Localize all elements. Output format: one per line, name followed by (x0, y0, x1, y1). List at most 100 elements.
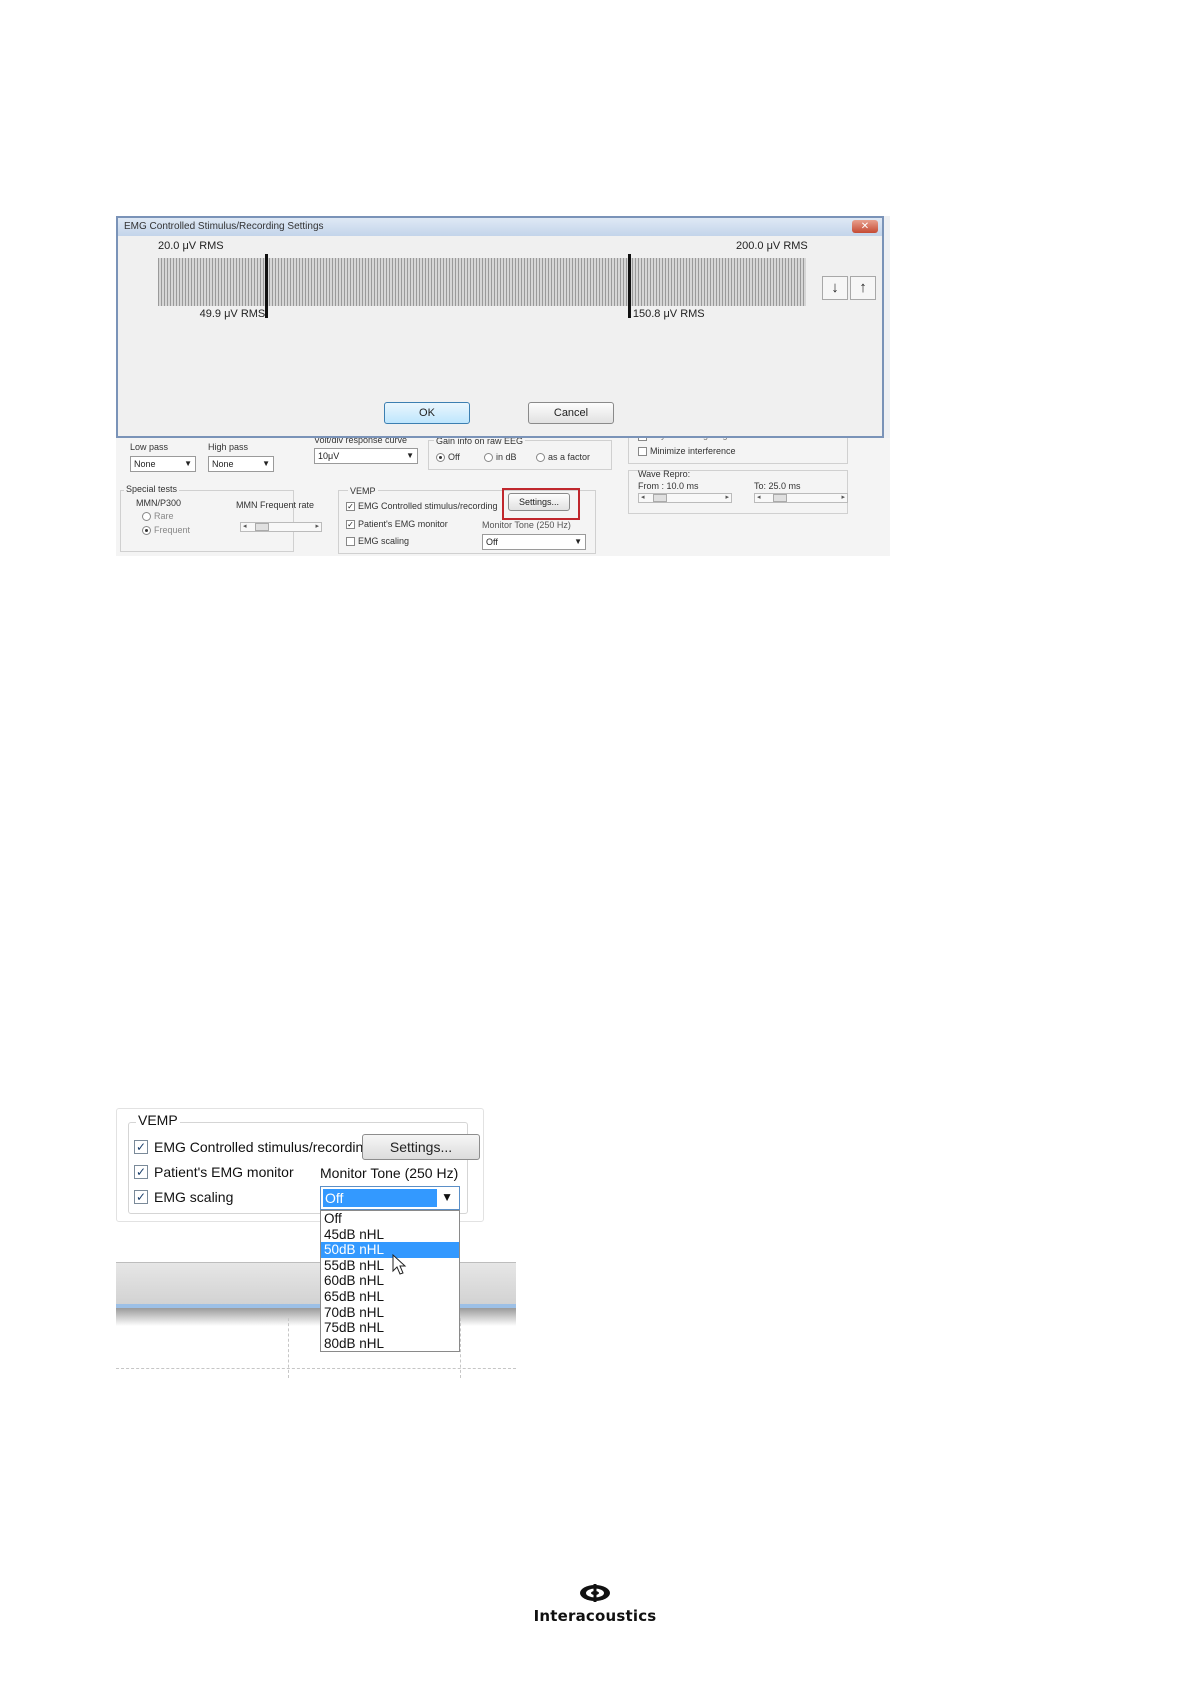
scale-min-label: 20.0 μV RMS (158, 240, 224, 252)
emg-scaling-label-small: EMG scaling (358, 536, 410, 546)
slider-thumb[interactable] (773, 494, 787, 502)
gain-factor-radio[interactable] (536, 453, 545, 462)
upper-threshold-label: 150.8 μV RMS (632, 308, 705, 320)
emg-controlled-label: EMG Controlled stimulus/recording (154, 1139, 372, 1155)
slider-right-icon: ▸ (315, 523, 319, 530)
chevron-down-icon: ▼ (574, 537, 582, 546)
mmn-frequent-radio[interactable] (142, 526, 151, 535)
check-icon: ✓ (347, 520, 354, 529)
patients-emg-checkbox-small[interactable]: ✓ (346, 520, 355, 529)
ok-button[interactable]: OK (384, 402, 470, 424)
low-pass-value: None (134, 459, 156, 469)
upper-threshold-marker[interactable] (627, 254, 631, 318)
tone-option[interactable]: 60dB nHL (321, 1273, 459, 1289)
monitor-tone-dropdown-list: Off 45dB nHL 50dB nHL 55dB nHL 60dB nHL … (320, 1210, 460, 1353)
tone-option[interactable]: 55dB nHL (321, 1258, 459, 1274)
check-icon: ✓ (135, 1140, 147, 1154)
gain-db-radio[interactable] (484, 453, 493, 462)
response-curve-select[interactable]: 10μV ▼ (314, 448, 418, 464)
monitor-tone-value-small: Off (486, 537, 498, 547)
vemp-dropdown-screenshot: VEMP ✓ EMG Controlled stimulus/recording… (116, 1108, 516, 1378)
vemp-label: VEMP (136, 1112, 180, 1128)
background-settings-panel: Low pass None ▼ High pass None ▼ Volt/di… (116, 430, 890, 556)
arrow-up-icon: ↑ (859, 279, 867, 296)
interacoustics-logo-mark-icon (580, 1584, 610, 1602)
emg-controlled-checkbox[interactable]: ✓ (134, 1140, 148, 1154)
high-pass-value: None (212, 459, 234, 469)
chevron-down-icon: ▼ (184, 459, 192, 468)
emg-controlled-checkbox-small[interactable]: ✓ (346, 502, 355, 511)
wave-from-label: From : 10.0 ms (638, 481, 699, 491)
tone-option[interactable]: Off (321, 1211, 459, 1227)
gain-factor-label: as a factor (548, 452, 591, 462)
chevron-down-icon: ▼ (406, 451, 414, 460)
slider-left-icon: ◂ (243, 523, 247, 530)
wave-from-slider[interactable]: ◂ ▸ (638, 493, 732, 503)
wave-repro-label: Wave Repro: (638, 469, 691, 479)
slider-right-icon: ▸ (841, 494, 845, 501)
emg-level-scale[interactable] (158, 258, 806, 306)
mmn-rare-radio[interactable] (142, 512, 151, 521)
cancel-button[interactable]: Cancel (528, 402, 614, 424)
slider-right-icon: ▸ (725, 494, 729, 501)
patients-emg-label-small: Patient's EMG monitor (358, 519, 448, 529)
mmn-rate-slider[interactable]: ◂ ▸ (240, 522, 322, 532)
mouse-cursor-icon (392, 1254, 407, 1275)
lower-threshold-label: 49.9 μV RMS (199, 308, 266, 320)
chevron-down-icon: ▼ (262, 459, 270, 468)
gain-off-label: Off (448, 452, 460, 462)
wave-to-slider[interactable]: ◂ ▸ (754, 493, 848, 503)
check-icon: ✓ (135, 1165, 147, 1179)
emg-settings-screenshot: Low pass None ▼ High pass None ▼ Volt/di… (116, 216, 890, 556)
dialog-title: EMG Controlled Stimulus/Recording Settin… (124, 221, 324, 232)
emg-controlled-label-small: EMG Controlled stimulus/recording (358, 501, 498, 511)
check-icon: ✓ (347, 502, 354, 511)
dialog-titlebar[interactable]: EMG Controlled Stimulus/Recording Settin… (118, 218, 882, 236)
tone-option-highlighted[interactable]: 50dB nHL (321, 1242, 459, 1258)
wave-to-label: To: 25.0 ms (754, 481, 801, 491)
tone-option[interactable]: 45dB nHL (321, 1227, 459, 1243)
emg-scaling-checkbox-small[interactable] (346, 537, 355, 546)
low-pass-select[interactable]: None ▼ (130, 456, 196, 472)
monitor-tone-label: Monitor Tone (250 Hz) (320, 1165, 459, 1181)
tone-option[interactable]: 70dB nHL (321, 1305, 459, 1321)
arrow-up-button[interactable]: ↑ (850, 276, 876, 300)
response-curve-value: 10μV (318, 451, 340, 461)
slider-thumb[interactable] (255, 523, 269, 531)
tone-option[interactable]: 80dB nHL (321, 1336, 459, 1352)
chevron-down-icon[interactable]: ▼ (441, 1190, 453, 1204)
gain-off-radio[interactable] (436, 453, 445, 462)
monitor-tone-label-small: Monitor Tone (250 Hz) (482, 520, 571, 530)
patients-emg-checkbox[interactable]: ✓ (134, 1165, 148, 1179)
emg-scaling-checkbox[interactable]: ✓ (134, 1190, 148, 1204)
settings-highlight-box (502, 488, 580, 520)
low-pass-label: Low pass (130, 442, 169, 452)
mmn-rate-label: MMN Frequent rate (236, 500, 315, 510)
scale-max-label: 200.0 μV RMS (736, 240, 808, 252)
patients-emg-label: Patient's EMG monitor (154, 1164, 294, 1180)
check-icon: ✓ (135, 1190, 147, 1204)
mmn-frequent-label: Frequent (154, 525, 191, 535)
monitor-tone-select-small[interactable]: Off ▼ (482, 534, 586, 550)
grid-line (460, 1318, 461, 1378)
mmn-rare-label: Rare (154, 511, 174, 521)
settings-button[interactable]: Settings... (362, 1134, 480, 1160)
high-pass-select[interactable]: None ▼ (208, 456, 274, 472)
slider-thumb[interactable] (653, 494, 667, 502)
monitor-tone-select[interactable]: Off ▼ (320, 1186, 460, 1210)
logo-text: Interacoustics (533, 1607, 657, 1625)
close-icon[interactable]: ✕ (852, 220, 878, 233)
minimize-interference-label: Minimize interference (650, 446, 736, 456)
slider-left-icon: ◂ (757, 494, 761, 501)
tone-option[interactable]: 75dB nHL (321, 1320, 459, 1336)
tone-option[interactable]: 65dB nHL (321, 1289, 459, 1305)
interacoustics-logo: Interacoustics (520, 1584, 670, 1625)
slider-left-icon: ◂ (641, 494, 645, 501)
emg-scaling-label: EMG scaling (154, 1189, 234, 1205)
minimize-interference-checkbox[interactable] (638, 447, 647, 456)
grid-line (288, 1318, 289, 1378)
arrow-down-button[interactable]: ↓ (822, 276, 848, 300)
arrow-down-icon: ↓ (831, 279, 839, 296)
emg-settings-dialog: EMG Controlled Stimulus/Recording Settin… (116, 216, 884, 438)
high-pass-label: High pass (208, 442, 249, 452)
